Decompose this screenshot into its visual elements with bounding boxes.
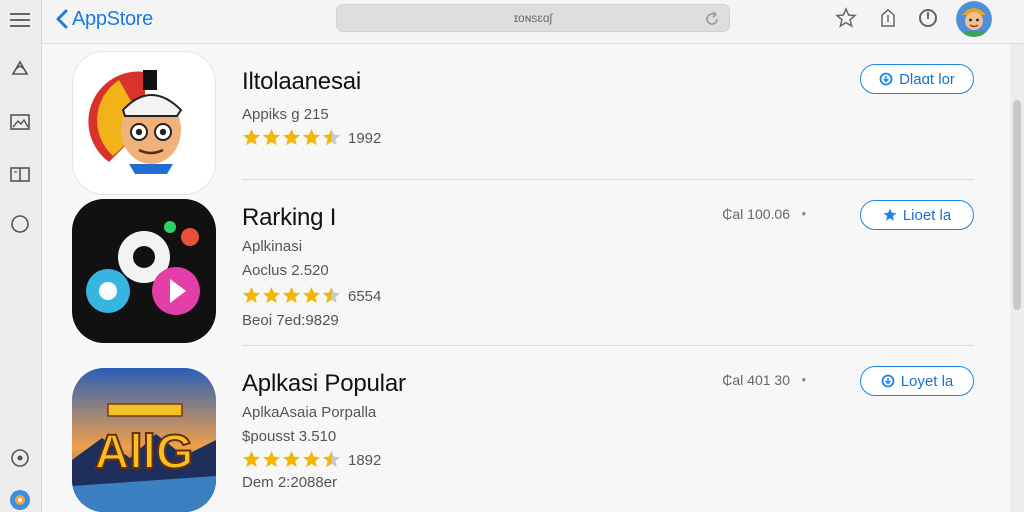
download-icon <box>879 72 893 86</box>
star-full-icon <box>262 450 281 468</box>
user-avatar[interactable] <box>956 1 992 37</box>
app-avatar-icon[interactable] <box>6 486 34 512</box>
circle-icon[interactable] <box>6 210 34 238</box>
app-size: Dem 2:2088er <box>242 474 338 491</box>
star-full-icon <box>242 286 261 304</box>
app-price: ₵al 401 30 <box>722 372 790 388</box>
rating-stars <box>242 450 341 469</box>
app-size: Beoi 7ed:9829 <box>242 312 339 329</box>
menu-icon[interactable] <box>6 6 34 34</box>
back-label: AppStore <box>72 7 153 30</box>
chevron-left-icon <box>56 9 68 29</box>
star-half-icon <box>322 128 341 146</box>
app-category: Aplkinasi <box>242 238 303 255</box>
app-category: AplkaAsaia Porpalla <box>242 404 377 421</box>
get-button[interactable]: Loyet la <box>860 366 974 396</box>
app-list-item[interactable]: Rarking I Aplkinasi Aoclus 2.520 6554 Be… <box>42 180 1002 346</box>
star-icon[interactable] <box>834 6 858 30</box>
app-price: ₵al 100.06 <box>722 206 790 222</box>
star-full-icon <box>302 128 321 146</box>
star-full-icon <box>302 450 321 468</box>
top-bar: AppStore ɪoɴsɛɑʃ <box>42 0 1024 44</box>
left-sidebar <box>0 0 42 512</box>
rating-count: 1892 <box>348 452 382 469</box>
star-full-icon <box>282 450 301 468</box>
star-icon <box>883 208 897 221</box>
play-circle-icon[interactable] <box>6 444 34 472</box>
star-full-icon <box>262 286 281 304</box>
app-icon-mascot[interactable] <box>72 51 216 195</box>
app-icon-game[interactable]: AllG <box>72 368 216 512</box>
star-full-icon <box>282 286 301 304</box>
book-icon[interactable] <box>6 160 34 188</box>
image-icon[interactable] <box>6 108 34 136</box>
scrollbar-thumb[interactable] <box>1013 100 1021 310</box>
share-icon[interactable] <box>876 6 900 30</box>
rating-count: 1992 <box>348 130 382 147</box>
app-title[interactable]: Aplkasi Popular <box>242 370 406 398</box>
rating-stars <box>242 286 341 305</box>
get-button[interactable]: Dlaɑt lor <box>860 64 974 94</box>
get-button[interactable]: Lioet la <box>860 200 974 230</box>
star-full-icon <box>262 128 281 146</box>
get-button-label: Lioet la <box>902 206 952 224</box>
rating-stars <box>242 128 341 147</box>
app-category: Appiks ɡ 215 <box>242 106 329 123</box>
power-icon[interactable] <box>916 6 940 30</box>
address-bar[interactable]: ɪoɴsɛɑʃ <box>336 4 730 32</box>
recycle-icon[interactable] <box>6 56 34 84</box>
back-button[interactable]: AppStore <box>54 6 153 32</box>
get-button-label: Loyet la <box>900 372 954 390</box>
get-button-label: Dlaɑt lor <box>899 70 955 88</box>
star-full-icon <box>242 450 261 468</box>
separator-dot: • <box>801 206 806 221</box>
address-text: ɪoɴsɛɑʃ <box>513 11 553 25</box>
app-downloads: Aoclus 2.520 <box>242 262 329 279</box>
reload-icon[interactable] <box>703 10 721 28</box>
star-full-icon <box>302 286 321 304</box>
star-half-icon <box>322 450 341 468</box>
star-full-icon <box>282 128 301 146</box>
app-title[interactable]: Iltolaanesai <box>242 68 361 96</box>
download-icon <box>881 374 895 388</box>
svg-text:AllG: AllG <box>95 426 194 479</box>
rating-count: 6554 <box>348 288 382 305</box>
star-half-icon <box>322 286 341 304</box>
separator-dot: • <box>801 372 806 387</box>
app-list-item[interactable]: Iltolaanesai Appiks ɡ 215 1992 Dlaɑt lor <box>42 44 1002 195</box>
app-icon-media[interactable] <box>72 199 216 343</box>
star-full-icon <box>242 128 261 146</box>
app-downloads: $pousst 3.510 <box>242 428 337 445</box>
app-title[interactable]: Rarking I <box>242 204 336 232</box>
app-list-item[interactable]: AllG Aplkasi Popular AplkaAsaia Porpalla… <box>42 346 1002 512</box>
